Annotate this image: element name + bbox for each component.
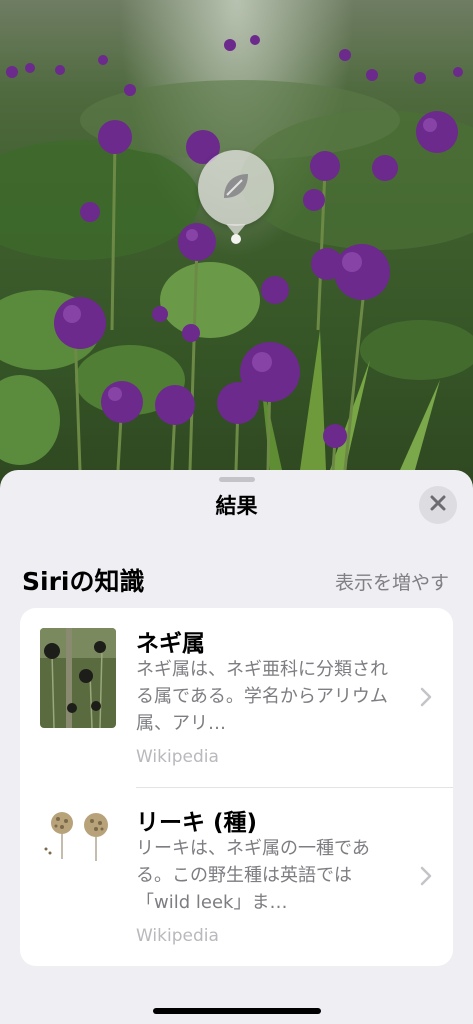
result-source: Wikipedia bbox=[136, 926, 219, 946]
sheet-grabber[interactable] bbox=[218, 477, 255, 482]
close-button[interactable] bbox=[419, 486, 457, 524]
results-sheet: 結果 Siriの知識 表示を増やす ネギ属 ネギ属は、ネギ亜科に分類される属であ… bbox=[0, 470, 473, 1024]
chevron-right-icon bbox=[419, 686, 433, 708]
result-source: Wikipedia bbox=[136, 747, 219, 767]
close-icon bbox=[430, 495, 446, 515]
home-indicator[interactable] bbox=[152, 1008, 321, 1014]
result-thumbnail bbox=[40, 628, 116, 728]
result-title: ネギ属 bbox=[136, 631, 205, 657]
result-title: リーキ (種) bbox=[136, 810, 258, 836]
show-more-link[interactable]: 表示を増やす bbox=[335, 568, 449, 595]
lookup-anchor-dot bbox=[231, 234, 241, 244]
result-item-leek[interactable]: リーキ (種) リーキは、ネギ属の一種である。この野生種は英語では「wild l… bbox=[20, 787, 453, 966]
result-thumbnail bbox=[40, 807, 116, 863]
sheet-title: 結果 bbox=[215, 494, 258, 518]
result-description: ネギ属は、ネギ亜科に分類される属である。学名からアリウム属、アリ… bbox=[136, 659, 388, 734]
visual-lookup-pin[interactable] bbox=[198, 150, 274, 226]
photo-background bbox=[0, 0, 473, 520]
result-description: リーキは、ネギ属の一種である。この野生種は英語では「wild leek」ま… bbox=[136, 838, 370, 913]
results-card: ネギ属 ネギ属は、ネギ亜科に分類される属である。学名からアリウム属、アリ… Wi… bbox=[20, 608, 453, 966]
chevron-right-icon bbox=[419, 865, 433, 887]
leaf-icon bbox=[218, 168, 254, 208]
garden-illustration bbox=[0, 35, 473, 471]
result-item-allium[interactable]: ネギ属 ネギ属は、ネギ亜科に分類される属である。学名からアリウム属、アリ… Wi… bbox=[20, 608, 453, 787]
section-title: Siriの知識 bbox=[22, 567, 145, 596]
